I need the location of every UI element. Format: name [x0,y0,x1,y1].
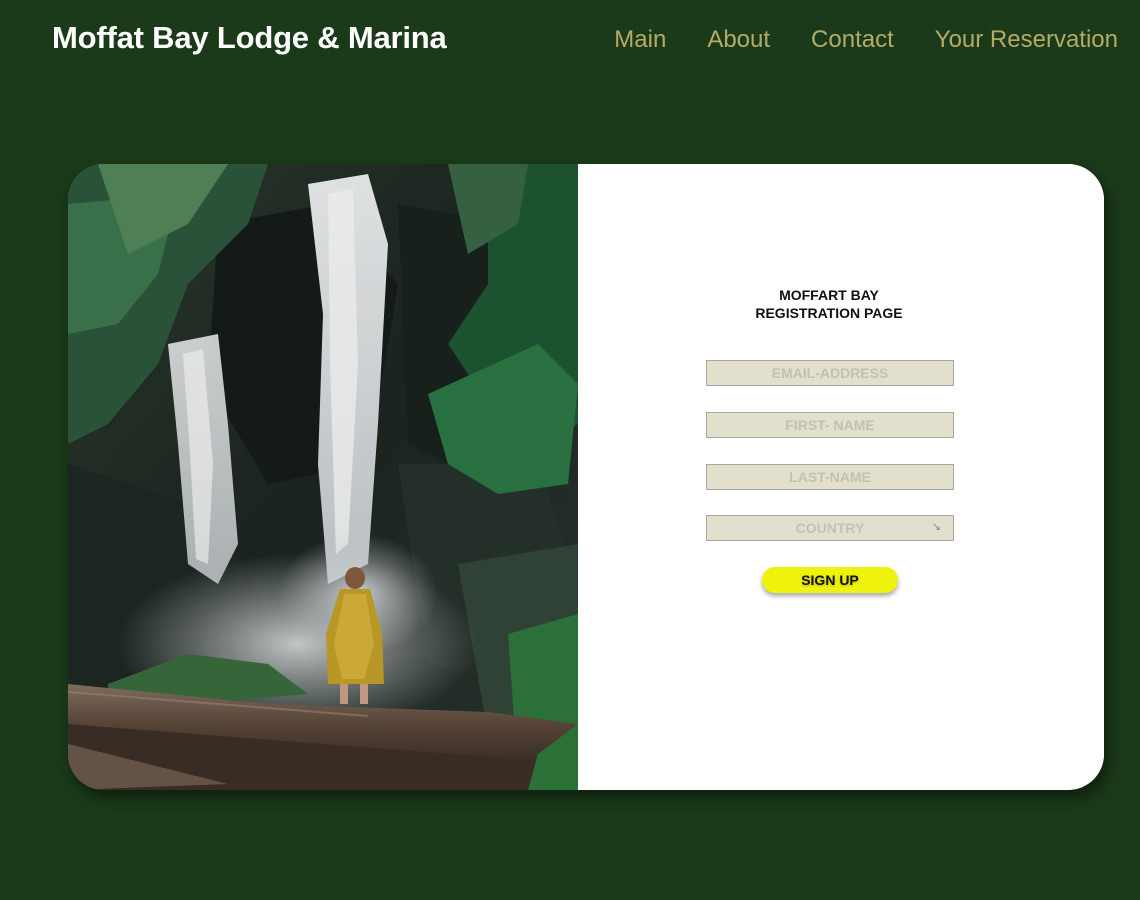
registration-title: MOFFART BAY REGISTRATION PAGE [578,286,1080,322]
nav-about[interactable]: About [707,26,770,54]
main-nav: Main About Contact Your Reservation [573,26,1118,54]
waterfall-photo [68,164,578,790]
nav-main[interactable]: Main [614,26,666,54]
top-bar: Moffat Bay Lodge & Marina Main About Con… [0,0,1140,90]
registration-card: MOFFART BAY REGISTRATION PAGE COUNTRY ↘ … [68,164,1104,790]
registration-title-line1: MOFFART BAY [779,287,879,303]
last-name-field[interactable] [706,464,954,490]
sign-up-button[interactable]: SIGN UP [762,567,898,593]
chevron-down-icon: ↘ [931,521,941,533]
registration-form: MOFFART BAY REGISTRATION PAGE COUNTRY ↘ … [578,164,1104,790]
email-field[interactable] [706,360,954,386]
registration-title-line2: REGISTRATION PAGE [755,305,903,321]
site-title: Moffat Bay Lodge & Marina [52,20,447,55]
country-select-value: COUNTRY [795,520,865,536]
nav-your-reservation[interactable]: Your Reservation [935,26,1118,54]
nav-contact[interactable]: Contact [811,26,894,54]
country-select[interactable]: COUNTRY ↘ [706,515,954,541]
first-name-field[interactable] [706,412,954,438]
